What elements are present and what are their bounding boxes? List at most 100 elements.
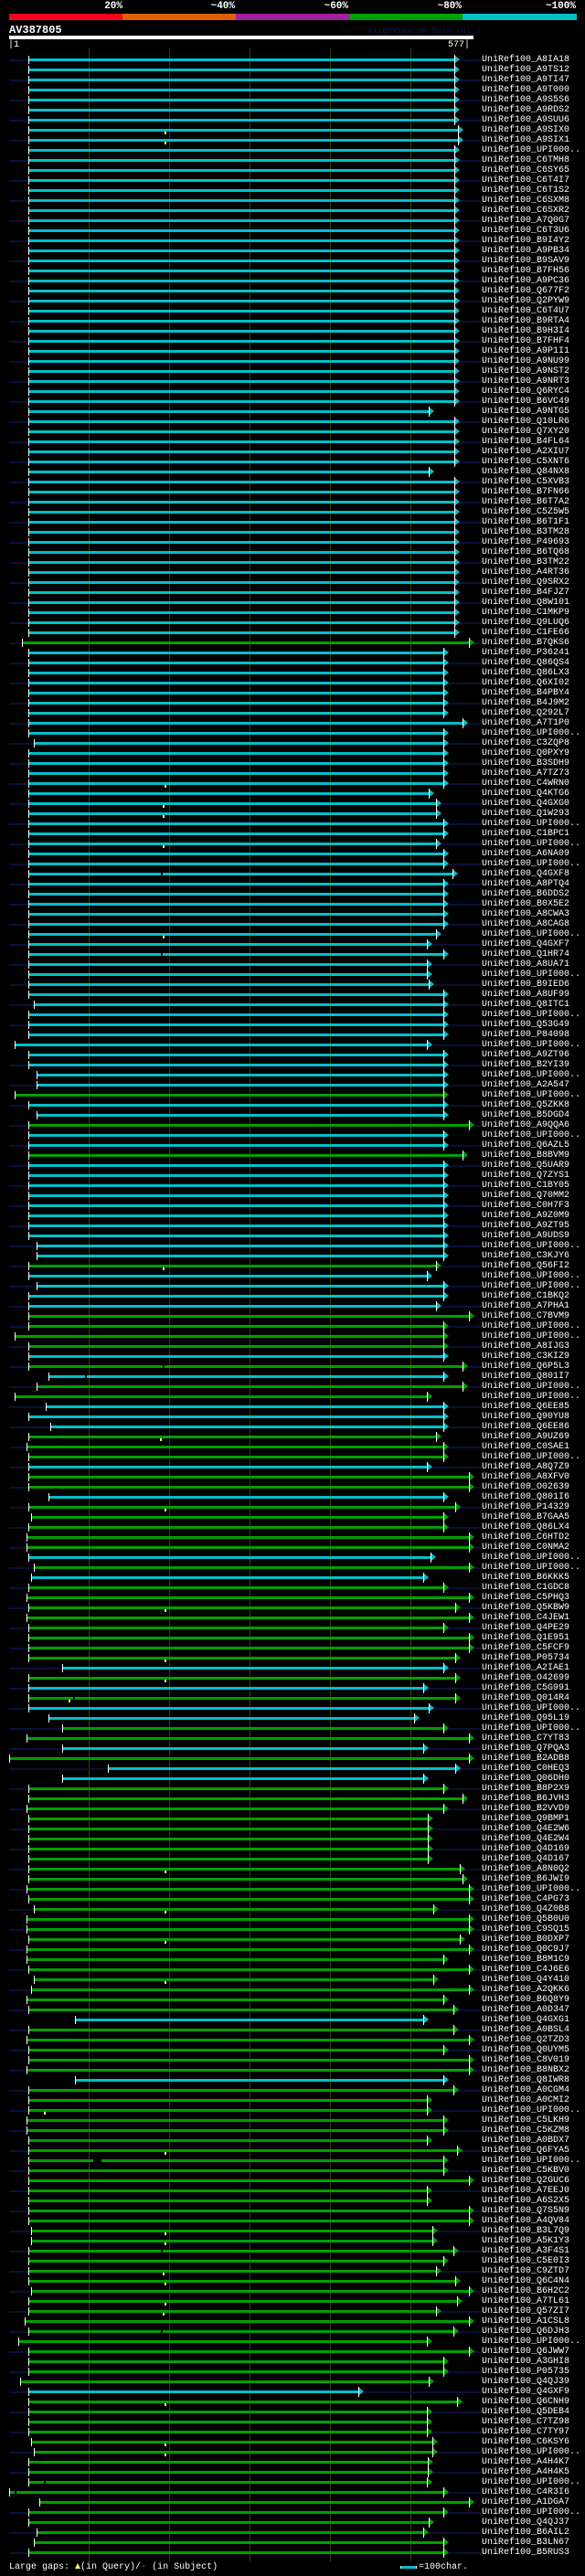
hit-row[interactable]: UniRef100_B3TM28	[0, 527, 585, 537]
hit-label[interactable]: UniRef100_A7EEJ0	[482, 2186, 569, 2196]
hit-label[interactable]: UniRef100_Q8ITC1	[482, 1000, 569, 1010]
hit-row[interactable]: UniRef100_A9S5S6	[0, 95, 585, 105]
hit-label[interactable]: UniRef100_B5RUS3	[482, 2548, 569, 2558]
hit-label[interactable]: UniRef100_A3F4S1	[482, 2246, 569, 2256]
hit-row[interactable]: UniRef100_A9SIX0	[0, 125, 585, 135]
hit-label[interactable]: UniRef100_C6TMH8	[482, 155, 569, 165]
hit-row[interactable]: UniRef100_A0CMI2	[0, 2095, 585, 2105]
hit-label[interactable]: UniRef100_C1BPC1	[482, 829, 569, 839]
hit-label[interactable]: UniRef100_C6SY65	[482, 165, 569, 175]
hit-row[interactable]: UniRef100_Q4GXF7	[0, 939, 585, 949]
hit-label[interactable]: UniRef100_A9SIX1	[482, 135, 569, 145]
hit-label[interactable]: UniRef100_A7Q0G7	[482, 216, 569, 226]
hit-row[interactable]: UniRef100_Q06DH0	[0, 1774, 585, 1784]
hit-label[interactable]: UniRef100_Q70MM2	[482, 1191, 569, 1201]
hit-label[interactable]: UniRef100_UPI000..	[482, 1010, 580, 1020]
hit-row[interactable]: UniRef100_C7TZ98	[0, 2417, 585, 2427]
hit-row[interactable]: UniRef100_Q4GXF8	[0, 869, 585, 879]
hit-row[interactable]: UniRef100_C5LKH9	[0, 2115, 585, 2125]
hit-label[interactable]: UniRef100_Q86QS4	[482, 658, 569, 668]
hit-label[interactable]: UniRef100_Q7ZYS1	[482, 1171, 569, 1181]
hit-row[interactable]: UniRef100_UPI000..	[0, 2156, 585, 2166]
hit-label[interactable]: UniRef100_Q6C4N4	[482, 2276, 569, 2286]
hit-row[interactable]: UniRef100_Q0PXY9	[0, 748, 585, 758]
hit-row[interactable]: UniRef100_B6JVH3	[0, 1794, 585, 1804]
hit-row[interactable]: UniRef100_A2QKK6	[0, 1985, 585, 1995]
hit-row[interactable]: UniRef100_B4J9M2	[0, 698, 585, 708]
hit-row[interactable]: UniRef100_B0DXP7	[0, 1935, 585, 1945]
hit-row[interactable]: UniRef100_A4H4K7	[0, 2457, 585, 2467]
hit-label[interactable]: UniRef100_Q56FI2	[482, 1261, 569, 1271]
hit-row[interactable]: UniRef100_A9SIX1	[0, 135, 585, 145]
hit-label[interactable]: UniRef100_C6T3U6	[482, 226, 569, 236]
hit-row[interactable]: UniRef100_A3GHI8	[0, 2357, 585, 2367]
hit-row[interactable]: UniRef100_B6VC49	[0, 397, 585, 407]
hit-row[interactable]: UniRef100_Q4Y410	[0, 1975, 585, 1985]
hit-label[interactable]: UniRef100_UPI000..	[482, 1321, 580, 1331]
hit-row[interactable]: UniRef100_Q7XY20	[0, 427, 585, 437]
hit-row[interactable]: UniRef100_B6TQ68	[0, 547, 585, 557]
hit-row[interactable]: UniRef100_A8UF99	[0, 990, 585, 1000]
hit-label[interactable]: UniRef100_Q8W101	[482, 598, 569, 608]
hit-row[interactable]: UniRef100_C5KZM8	[0, 2125, 585, 2136]
hit-label[interactable]: UniRef100_Q8IWR8	[482, 2075, 569, 2085]
hit-row[interactable]: UniRef100_Q95L19	[0, 1713, 585, 1723]
hit-label[interactable]: UniRef100_B7FHF4	[482, 336, 569, 346]
hit-row[interactable]: UniRef100_B6AIL2	[0, 2528, 585, 2538]
hit-label[interactable]: UniRef100_C0H7F3	[482, 1201, 569, 1211]
hit-row[interactable]: UniRef100_C4JEW1	[0, 1613, 585, 1623]
hit-row[interactable]: UniRef100_A0CGM4	[0, 2085, 585, 2095]
hit-row[interactable]: UniRef100_C6SXM8	[0, 196, 585, 206]
hit-label[interactable]: UniRef100_B9I4Y2	[482, 236, 569, 246]
hit-label[interactable]: UniRef100_UPI000..	[482, 1553, 580, 1563]
hit-row[interactable]: UniRef100_B6T1F1	[0, 517, 585, 527]
hit-label[interactable]: UniRef100_P05735	[482, 2367, 569, 2377]
hit-row[interactable]: UniRef100_Q1HR74	[0, 949, 585, 959]
hit-row[interactable]: UniRef100_A0BDX7	[0, 2136, 585, 2146]
hit-label[interactable]: UniRef100_Q4D167	[482, 1854, 569, 1864]
hit-row[interactable]: UniRef100_B8BVM9	[0, 1150, 585, 1161]
hit-label[interactable]: UniRef100_Q95L19	[482, 1713, 569, 1723]
hit-row[interactable]: UniRef100_A4H4K5	[0, 2467, 585, 2477]
hit-label[interactable]: UniRef100_B6JVH3	[482, 1794, 569, 1804]
hit-row[interactable]: UniRef100_UPI000..	[0, 819, 585, 829]
hit-label[interactable]: UniRef100_UPI000..	[482, 2105, 580, 2115]
hit-row[interactable]: UniRef100_Q6C4N4	[0, 2276, 585, 2286]
hit-row[interactable]: UniRef100_B6JWI9	[0, 1874, 585, 1884]
hit-label[interactable]: UniRef100_C5E0I3	[482, 2256, 569, 2266]
hit-row[interactable]: UniRef100_B7GAA5	[0, 1512, 585, 1522]
hit-row[interactable]: UniRef100_A9NST2	[0, 366, 585, 376]
hit-label[interactable]: UniRef100_C5XVB3	[482, 477, 569, 487]
hit-label[interactable]: UniRef100_B9IED6	[482, 980, 569, 990]
hit-label[interactable]: UniRef100_B6Q8Y9	[482, 1995, 569, 2005]
hit-label[interactable]: UniRef100_UPI000..	[482, 2507, 580, 2518]
hit-label[interactable]: UniRef100_Q6EE85	[482, 1402, 569, 1412]
hit-label[interactable]: UniRef100_B6JWI9	[482, 1874, 569, 1884]
hit-label[interactable]: UniRef100_A8CAG8	[482, 919, 569, 929]
hit-row[interactable]: UniRef100_A0D347	[0, 2005, 585, 2015]
hit-row[interactable]: UniRef100_UPI000..	[0, 970, 585, 980]
hit-row[interactable]: UniRef100_Q5B0U0	[0, 1914, 585, 1924]
hit-row[interactable]: UniRef100_A7TZ73	[0, 769, 585, 779]
hit-label[interactable]: UniRef100_UPI000..	[482, 1563, 580, 1573]
hit-label[interactable]: UniRef100_C6SXM8	[482, 196, 569, 206]
hit-row[interactable]: UniRef100_Q6EE85	[0, 1402, 585, 1412]
hit-row[interactable]: UniRef100_UPI000..	[0, 1070, 585, 1080]
hit-row[interactable]: UniRef100_Q7ZYS1	[0, 1171, 585, 1181]
hit-label[interactable]: UniRef100_C4PG73	[482, 1894, 569, 1904]
hit-label[interactable]: UniRef100_Q4Z0B8	[482, 1904, 569, 1914]
hit-row[interactable]: UniRef100_Q8W101	[0, 598, 585, 608]
hit-label[interactable]: UniRef100_P14329	[482, 1502, 569, 1512]
hit-label[interactable]: UniRef100_UPI000..	[482, 1392, 580, 1402]
hit-row[interactable]: UniRef100_A9Z0M9	[0, 1211, 585, 1221]
hit-row[interactable]: UniRef100_Q86QS4	[0, 658, 585, 668]
hit-label[interactable]: UniRef100_A8CWA3	[482, 909, 569, 919]
hit-row[interactable]: UniRef100_UPI000..	[0, 1040, 585, 1050]
hit-label[interactable]: UniRef100_B6T1F1	[482, 517, 569, 527]
hit-label[interactable]: UniRef100_Q4QJ37	[482, 2518, 569, 2528]
hit-row[interactable]: UniRef100_A2A547	[0, 1080, 585, 1090]
hit-label[interactable]: UniRef100_A7TZ73	[482, 769, 569, 779]
hit-row[interactable]: UniRef100_A8IA18	[0, 55, 585, 65]
hit-label[interactable]: UniRef100_B8NBX2	[482, 2065, 569, 2075]
hit-row[interactable]: UniRef100_UPI000..	[0, 1452, 585, 1462]
